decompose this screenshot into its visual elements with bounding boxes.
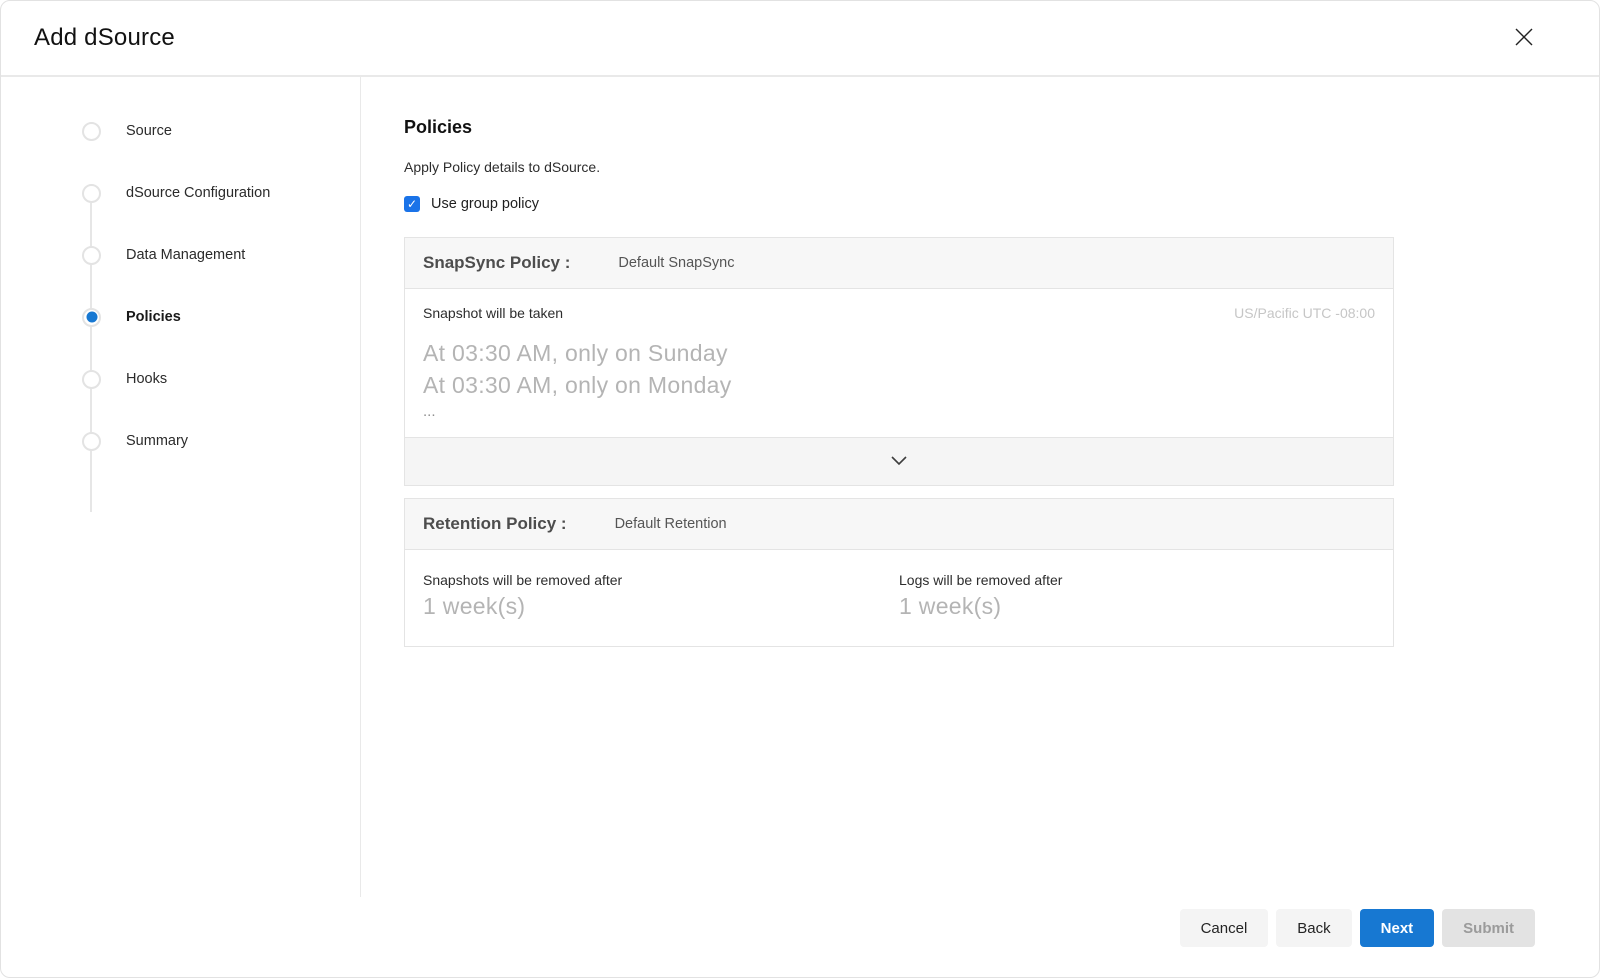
wizard-stepper: Source dSource Configuration Data Manage… <box>1 77 361 897</box>
schedule-ellipsis: ... <box>423 405 1375 419</box>
close-icon <box>1513 26 1535 51</box>
step-circle-icon <box>82 184 101 203</box>
step-circle-icon <box>82 370 101 389</box>
page-subtitle: Apply Policy details to dSource. <box>404 159 1599 175</box>
next-button[interactable]: Next <box>1360 909 1435 947</box>
schedule-line: At 03:30 AM, only on Monday <box>423 369 1375 401</box>
dialog-footer: Cancel Back Next Submit <box>1 897 1599 977</box>
stepper-item-summary[interactable]: Summary <box>1 429 360 453</box>
snapsync-policy-value: Default SnapSync <box>618 255 734 271</box>
submit-button: Submit <box>1442 909 1535 947</box>
stepper-item-data-management[interactable]: Data Management <box>1 243 360 267</box>
stepper-item-hooks[interactable]: Hooks <box>1 367 360 391</box>
snapsync-policy-panel: SnapSync Policy : Default SnapSync Snaps… <box>404 237 1394 486</box>
dialog-body: Source dSource Configuration Data Manage… <box>1 77 1599 897</box>
step-label: dSource Configuration <box>126 185 270 201</box>
snapsync-policy-header: SnapSync Policy : Default SnapSync <box>405 238 1393 289</box>
back-button[interactable]: Back <box>1276 909 1351 947</box>
snapshot-schedule: At 03:30 AM, only on Sunday At 03:30 AM,… <box>423 337 1375 419</box>
cancel-button[interactable]: Cancel <box>1180 909 1269 947</box>
dialog-header: Add dSource <box>1 1 1599 77</box>
close-button[interactable] <box>1509 23 1539 53</box>
logs-removed-label: Logs will be removed after <box>899 572 1375 588</box>
step-label: Summary <box>126 433 188 449</box>
snapshots-retention-column: Snapshots will be removed after 1 week(s… <box>423 572 899 620</box>
step-label: Source <box>126 123 172 139</box>
add-dsource-dialog: Add dSource Source dSource Configuration <box>0 0 1600 978</box>
timezone-label: US/Pacific UTC -08:00 <box>1234 305 1375 321</box>
use-group-policy-row[interactable]: ✓ Use group policy <box>404 196 1599 212</box>
page-title: Policies <box>404 117 1599 138</box>
step-circle-icon <box>82 432 101 451</box>
dialog-title: Add dSource <box>34 24 175 52</box>
retention-policy-panel: Retention Policy : Default Retention Sna… <box>404 498 1394 647</box>
step-label: Policies <box>126 309 181 325</box>
step-circle-icon <box>82 246 101 265</box>
step-label: Hooks <box>126 371 167 387</box>
snapsync-policy-title: SnapSync Policy : <box>423 253 570 273</box>
retention-policy-value: Default Retention <box>615 516 727 532</box>
snapshots-removed-label: Snapshots will be removed after <box>423 572 899 588</box>
step-label: Data Management <box>126 247 245 263</box>
stepper-item-policies[interactable]: Policies <box>1 305 360 329</box>
schedule-line: At 03:30 AM, only on Sunday <box>423 337 1375 369</box>
policies-content: Policies Apply Policy details to dSource… <box>361 77 1599 897</box>
retention-policy-body: Snapshots will be removed after 1 week(s… <box>405 550 1393 646</box>
use-group-policy-checkbox[interactable]: ✓ <box>404 196 420 212</box>
stepper-item-dsource-configuration[interactable]: dSource Configuration <box>1 181 360 205</box>
snapsync-expand-bar[interactable] <box>405 437 1393 485</box>
snapshots-removed-value: 1 week(s) <box>423 593 899 620</box>
retention-policy-title: Retention Policy : <box>423 514 567 534</box>
logs-removed-value: 1 week(s) <box>899 593 1375 620</box>
retention-policy-header: Retention Policy : Default Retention <box>405 499 1393 550</box>
chevron-down-icon <box>891 453 907 471</box>
stepper-item-source[interactable]: Source <box>1 119 360 143</box>
logs-retention-column: Logs will be removed after 1 week(s) <box>899 572 1375 620</box>
use-group-policy-label: Use group policy <box>431 196 539 212</box>
snapsync-policy-body: Snapshot will be taken US/Pacific UTC -0… <box>405 289 1393 437</box>
snapshot-taken-label: Snapshot will be taken <box>423 305 563 321</box>
step-circle-active-icon <box>82 308 101 327</box>
step-circle-icon <box>82 122 101 141</box>
